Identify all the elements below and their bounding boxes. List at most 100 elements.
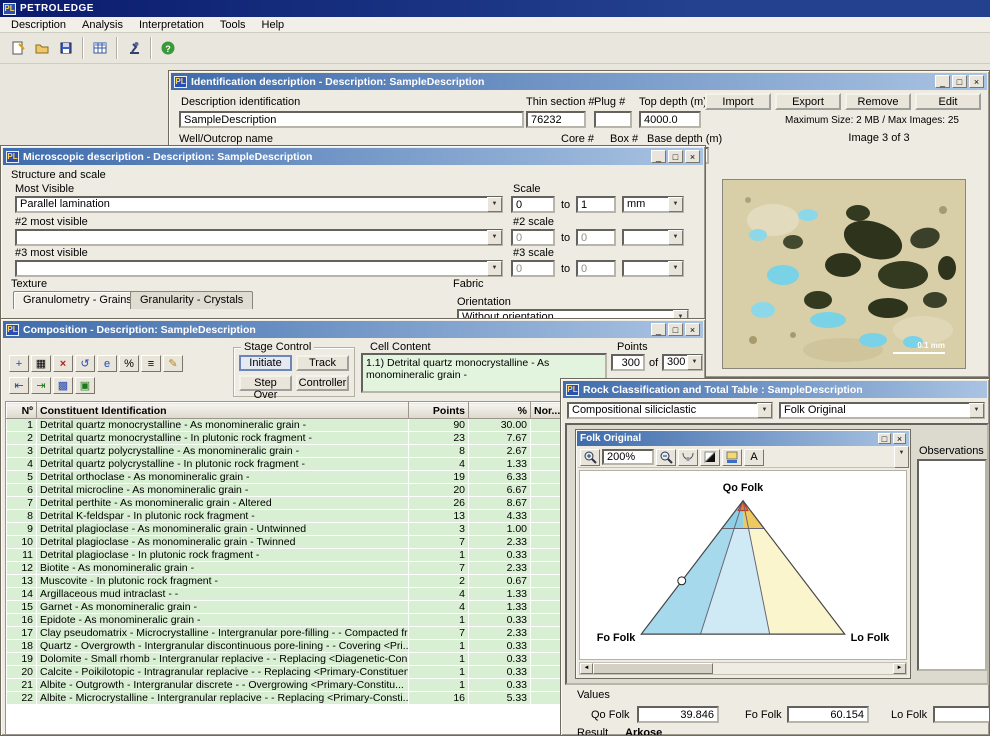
fo-folk-field[interactable] [787, 706, 869, 723]
points-total-combobox[interactable]: 300 ▼ [662, 354, 703, 371]
third-scale-to-field[interactable] [576, 260, 616, 277]
curve-tool-button[interactable] [678, 449, 698, 466]
chevron-down-icon[interactable]: ▼ [969, 403, 984, 418]
close-button[interactable]: × [685, 150, 700, 163]
e-symbol-icon[interactable]: e [97, 355, 117, 372]
remove-button[interactable]: Remove [845, 93, 911, 110]
third-most-visible-combobox[interactable]: ▼ [15, 260, 503, 277]
composition-titlebar[interactable]: PL Composition - Description: SampleDesc… [3, 321, 703, 338]
menu-item-help[interactable]: Help [255, 18, 292, 32]
maximize-button[interactable]: □ [668, 323, 683, 336]
arrow-right-icon[interactable]: ⇥ [31, 377, 51, 394]
header-constituent[interactable]: Constituent Identification [37, 403, 409, 419]
add-point-icon[interactable]: + [9, 355, 29, 372]
initiate-button[interactable]: Initiate [239, 355, 292, 371]
observations-box[interactable] [917, 459, 987, 671]
app-titlebar[interactable]: PL PETROLEDGE [0, 0, 990, 17]
header-percent[interactable]: % [469, 403, 531, 419]
microscopic-titlebar[interactable]: PL Microscopic description - Description… [3, 148, 703, 165]
minimize-button[interactable]: _ [651, 150, 666, 163]
header-number[interactable]: Nº [7, 403, 37, 419]
minimize-button[interactable]: _ [651, 323, 666, 336]
zoom-level-combobox[interactable]: 200% ▼ [602, 449, 654, 465]
scroll-left-icon[interactable]: ◄ [580, 663, 593, 674]
help-button[interactable]: ? [156, 36, 180, 60]
chevron-down-icon[interactable]: ▼ [687, 355, 702, 370]
second-scale-to-field[interactable] [576, 229, 616, 246]
most-visible-combobox[interactable]: Parallel lamination ▼ [15, 196, 503, 213]
controller-button[interactable]: Controller [296, 375, 349, 391]
delete-icon[interactable]: × [53, 355, 73, 372]
step-over-button[interactable]: Step Over [239, 375, 292, 391]
ternary-diagram-canvas[interactable]: Qo Folk Fo Folk Lo Folk [579, 470, 907, 660]
scroll-right-icon[interactable]: ► [893, 663, 906, 674]
minimize-button[interactable]: _ [935, 75, 950, 88]
list-icon[interactable]: ≡ [141, 355, 161, 372]
zoom-out-button[interactable] [656, 449, 676, 466]
maximize-button[interactable]: □ [952, 75, 967, 88]
undo-icon[interactable]: ↺ [75, 355, 95, 372]
classification-family-combobox[interactable]: Compositional siliciclastic ▼ [567, 402, 773, 419]
maximize-button[interactable]: □ [878, 433, 891, 444]
horizontal-scrollbar[interactable]: ◄ ► [579, 662, 907, 675]
menu-item-analysis[interactable]: Analysis [75, 18, 130, 32]
fill-color-button[interactable] [722, 449, 742, 466]
menu-item-tools[interactable]: Tools [213, 18, 253, 32]
chevron-down-icon[interactable]: ▼ [894, 446, 909, 468]
chevron-down-icon[interactable]: ▼ [487, 261, 502, 276]
new-document-button[interactable] [6, 36, 30, 60]
menu-item-description[interactable]: Description [4, 18, 73, 32]
palette-icon[interactable]: ▣ [75, 377, 95, 394]
close-button[interactable]: × [685, 323, 700, 336]
save-button[interactable] [54, 36, 78, 60]
menu-item-interpretation[interactable]: Interpretation [132, 18, 211, 32]
scrollbar-thumb[interactable] [593, 663, 713, 674]
import-button[interactable]: Import [705, 93, 771, 110]
chevron-down-icon[interactable]: ▼ [668, 197, 683, 212]
export-button[interactable]: Export [775, 93, 841, 110]
classification-scheme-combobox[interactable]: Folk Original ▼ [779, 402, 985, 419]
folk-original-titlebar[interactable]: Folk Original □ × [577, 431, 909, 446]
table-button[interactable] [88, 36, 112, 60]
chart-grid-icon[interactable]: ▩ [53, 377, 73, 394]
chevron-down-icon[interactable]: ▼ [668, 230, 683, 245]
identification-titlebar[interactable]: PL Identification description - Descript… [171, 73, 987, 90]
third-scale-unit-combobox[interactable]: ▼ [622, 260, 684, 277]
rock-classification-titlebar[interactable]: PL Rock Classification and Total Table :… [563, 381, 987, 398]
close-button[interactable]: × [893, 433, 906, 444]
microscope-button[interactable] [122, 36, 146, 60]
third-scale-from-field[interactable] [511, 260, 555, 277]
tab-granulometry-grains[interactable]: Granulometry - Grains [13, 291, 142, 309]
chevron-down-icon[interactable]: ▼ [757, 403, 772, 418]
top-depth-field[interactable] [639, 111, 701, 128]
thin-section-field[interactable] [526, 111, 586, 128]
chevron-down-icon[interactable]: ▼ [668, 261, 683, 276]
open-folder-button[interactable] [30, 36, 54, 60]
chevron-down-icon[interactable]: ▼ [487, 230, 502, 245]
pencil-icon[interactable]: ✎ [163, 355, 183, 372]
percent-icon[interactable]: % [119, 355, 139, 372]
contrast-tool-button[interactable] [700, 449, 720, 466]
description-name-field[interactable] [179, 111, 524, 128]
header-points[interactable]: Points [409, 403, 469, 419]
arrow-left-icon[interactable]: ⇤ [9, 377, 29, 394]
label-tool-button[interactable]: A [744, 449, 764, 466]
scale-unit-combobox[interactable]: mm ▼ [622, 196, 684, 213]
qo-folk-field[interactable] [637, 706, 719, 723]
edit-button[interactable]: Edit [915, 93, 981, 110]
scale-to-field[interactable] [576, 196, 616, 213]
plug-field[interactable] [594, 111, 632, 128]
maximize-button[interactable]: □ [668, 150, 683, 163]
scale-from-field[interactable] [511, 196, 555, 213]
close-button[interactable]: × [969, 75, 984, 88]
lo-folk-field[interactable] [933, 706, 990, 723]
points-field[interactable] [611, 354, 645, 371]
second-most-visible-combobox[interactable]: ▼ [15, 229, 503, 246]
grid-icon[interactable]: ▦ [31, 355, 51, 372]
chevron-down-icon[interactable]: ▼ [487, 197, 502, 212]
track-button[interactable]: Track [296, 355, 349, 371]
second-scale-from-field[interactable] [511, 229, 555, 246]
zoom-in-button[interactable] [580, 449, 600, 466]
second-scale-unit-combobox[interactable]: ▼ [622, 229, 684, 246]
tab-granularity-crystals[interactable]: Granularity - Crystals [130, 291, 253, 309]
